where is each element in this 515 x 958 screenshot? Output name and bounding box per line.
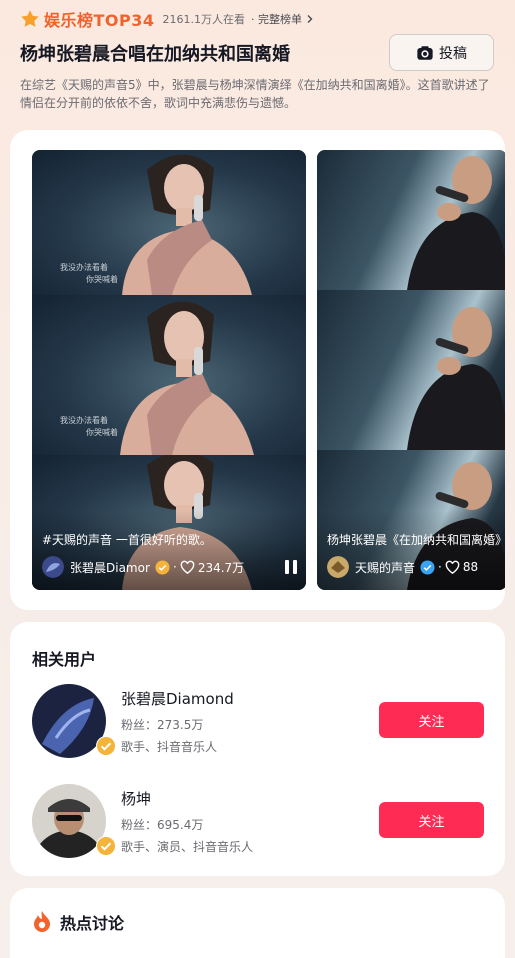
verified-badge-icon: [420, 559, 435, 575]
heart-icon[interactable]: [180, 560, 195, 575]
hot-discussion-section: 热点讨论: [10, 888, 505, 958]
user-row[interactable]: 杨坤 粉丝：695.4万 歌手、演员、抖音音乐人 关注: [10, 782, 505, 862]
user-name[interactable]: 杨坤: [121, 788, 151, 809]
follow-button[interactable]: 关注: [379, 702, 484, 738]
video-meta: 天赐的声音 · 88: [327, 556, 499, 578]
video-card[interactable]: 我没办法看着 你哭喊着 我没办法看着 你哭喊着 #天赐的声音 一首很好听的歌。 …: [32, 150, 306, 590]
chevron-right-icon: [307, 15, 313, 23]
post-button-label: 投稿: [439, 45, 467, 62]
singer-figure: [120, 301, 254, 455]
avatar[interactable]: [32, 784, 106, 858]
user-row[interactable]: 张碧晨Diamond 粉丝：273.5万 歌手、抖音音乐人 关注: [10, 682, 505, 762]
lyric-line: 我没办法看着: [60, 263, 108, 272]
verified-badge-icon: [96, 836, 116, 856]
section-title: 热点讨论: [60, 914, 125, 933]
lyric-line: 你哭喊着: [86, 428, 118, 437]
video-caption: #天赐的声音 一首很好听的歌。: [42, 533, 212, 547]
pause-icon[interactable]: [284, 559, 298, 575]
author-avatar[interactable]: [42, 556, 64, 578]
follower-count: 粉丝：695.4万: [121, 816, 203, 833]
video-caption: 杨坤张碧晨《在加纳共和国离婚》: [327, 533, 505, 547]
ranking-title: 娱乐榜TOP34: [44, 11, 155, 30]
lyric-line: 我没办法看着: [60, 416, 108, 425]
verified-badge-icon: [155, 559, 170, 575]
lyric-line: 你哭喊着: [86, 275, 118, 284]
star-icon: [21, 10, 39, 27]
avatar[interactable]: [32, 684, 106, 758]
video-meta: 张碧晨Diamond · 234.7万: [42, 556, 298, 578]
follow-button[interactable]: 关注: [379, 802, 484, 838]
video-carousel[interactable]: 我没办法看着 你哭喊着 我没办法看着 你哭喊着 #天赐的声音 一首很好听的歌。 …: [10, 130, 505, 610]
singer-figure: [407, 307, 505, 450]
full-list-label: · 完整榜单: [251, 13, 303, 26]
video-overlay: [32, 510, 306, 590]
singer-figure: [407, 156, 505, 290]
follower-label: 粉丝：: [121, 818, 158, 832]
topic-description: 在综艺《天赐的声音5》中，张碧晨与杨坤深情演绎《在加纳共和国离婚》。这首歌讲述了…: [20, 78, 490, 110]
post-button[interactable]: 投稿: [389, 34, 494, 71]
flame-icon: [34, 911, 50, 932]
follower-label: 粉丝：: [121, 718, 158, 732]
separator: ·: [173, 560, 177, 574]
follower-value: 273.5万: [157, 718, 204, 732]
video-frame: [317, 150, 505, 290]
like-count: 88: [462, 560, 479, 574]
verified-badge-icon: [96, 736, 116, 756]
author-name[interactable]: 天赐的声音: [355, 559, 415, 576]
separator: ·: [438, 560, 442, 574]
video-frame: 我没办法看着 你哭喊着: [32, 295, 306, 455]
singer-figure: [122, 154, 252, 295]
follower-value: 695.4万: [157, 818, 204, 832]
video-frame: [317, 290, 505, 450]
section-title: 相关用户: [32, 650, 97, 669]
full-list-link[interactable]: · 完整榜单: [251, 11, 315, 27]
page-title: 杨坤张碧晨合唱在加纳共和国离婚: [20, 44, 290, 65]
ranking-bar[interactable]: 娱乐榜TOP34 2161.1万人在看 · 完整榜单: [20, 8, 315, 30]
viewer-count: 2161.1万人在看: [162, 13, 246, 26]
user-name[interactable]: 张碧晨Diamond: [121, 688, 234, 709]
like-count: 234.7万: [197, 560, 245, 575]
user-tags: 歌手、演员、抖音音乐人: [121, 840, 254, 854]
heart-icon[interactable]: [445, 560, 460, 575]
author-avatar[interactable]: [327, 556, 349, 578]
author-name[interactable]: 张碧晨Diamond: [70, 559, 150, 576]
follower-count: 粉丝：273.5万: [121, 716, 203, 733]
video-card[interactable]: 杨坤张碧晨《在加纳共和国离婚》 天赐的声音 · 88: [317, 150, 505, 590]
camera-icon: [417, 45, 433, 60]
related-users-section: 相关用户 张碧晨Diamond 粉丝：273.5万 歌手、抖音音乐人 关注 杨坤…: [10, 622, 505, 876]
video-overlay: [317, 510, 505, 590]
video-frame: 我没办法看着 你哭喊着: [32, 150, 306, 295]
user-tags: 歌手、抖音音乐人: [121, 740, 218, 754]
